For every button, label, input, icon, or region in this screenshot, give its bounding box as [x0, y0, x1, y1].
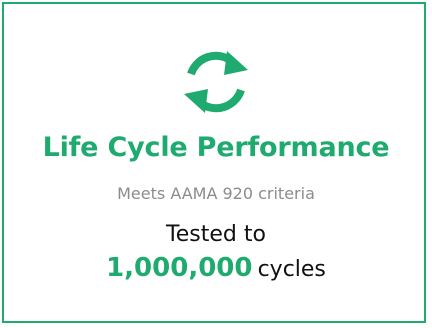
cycle-count-line: 1,000,000 cycles [4, 251, 428, 288]
refresh-cycle-icon [184, 51, 248, 113]
card-title: Life Cycle Performance [42, 132, 390, 163]
card-subtitle: Meets AAMA 920 criteria [117, 184, 315, 203]
cycle-count-value: 1,000,000 [106, 253, 253, 283]
tested-label: Tested to [166, 222, 266, 247]
cycle-unit-label: cycles [257, 257, 326, 282]
life-cycle-card: Life Cycle Performance Meets AAMA 920 cr… [2, 2, 426, 323]
